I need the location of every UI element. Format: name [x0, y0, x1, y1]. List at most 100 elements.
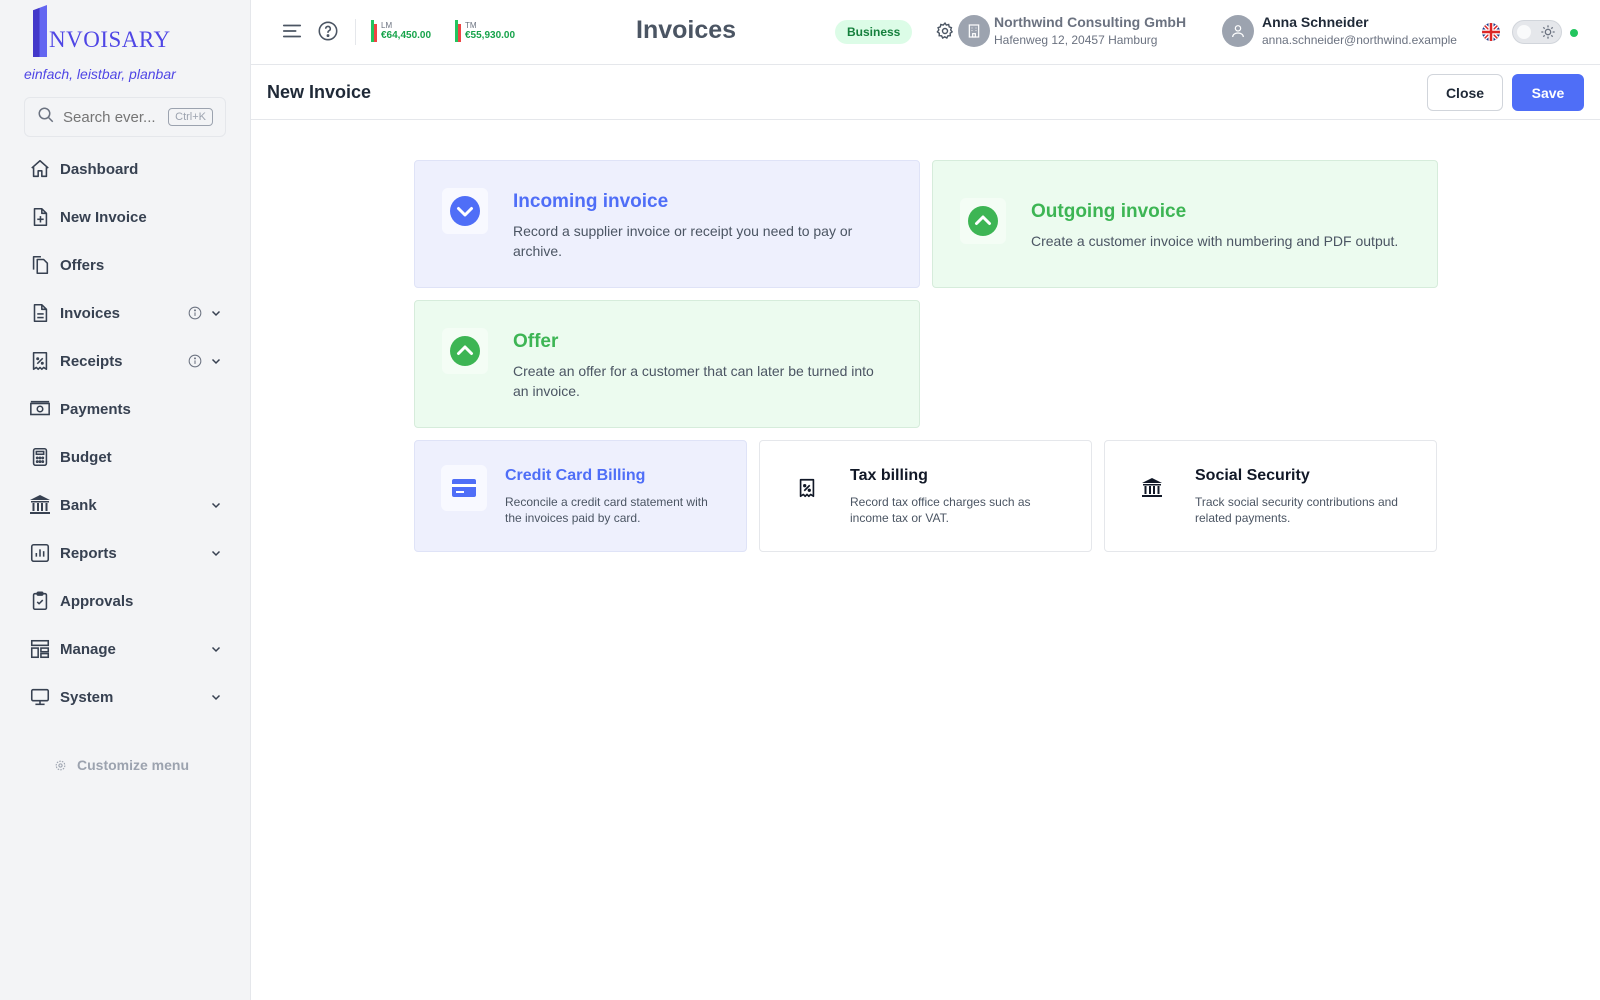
app-logo[interactable]: NVOISARY: [33, 5, 171, 57]
search-shortcut: Ctrl+K: [168, 108, 213, 126]
last-month-stat[interactable]: LM €64,450.00: [371, 20, 431, 42]
toggle-knob: [1516, 24, 1532, 40]
company-switcher[interactable]: Northwind Consulting GmbH Hafenweg 12, 2…: [958, 14, 1186, 47]
sidebar-item-new-invoice[interactable]: New Invoice: [24, 193, 228, 241]
sidebar-item-invoices[interactable]: Invoices: [24, 289, 228, 337]
monitor-icon: [28, 685, 52, 709]
help-icon: [317, 20, 339, 47]
sun-icon: [1540, 24, 1556, 40]
sidebar-item-payments[interactable]: Payments: [24, 385, 228, 433]
clipboard-check-icon: [28, 589, 52, 613]
logo-text: NVOISARY: [49, 27, 171, 52]
plan-badge: Business: [835, 20, 913, 44]
card-title: Credit Card Billing: [505, 467, 646, 484]
theme-toggle[interactable]: [1512, 20, 1562, 44]
sidebar: NVOISARY einfach, leistbar, planbar Ctrl…: [0, 0, 251, 1000]
stat-label: LM: [381, 20, 393, 30]
calculator-icon: [28, 445, 52, 469]
sidebar-item-approvals[interactable]: Approvals: [24, 577, 228, 625]
chevron-down-icon[interactable]: [208, 691, 224, 703]
sidebar-item-dashboard[interactable]: Dashboard: [24, 145, 228, 193]
sidebar-item-receipts[interactable]: Receipts: [24, 337, 228, 385]
incoming-invoice-card[interactable]: Incoming invoice Record a supplier invoi…: [414, 160, 920, 288]
company-address: Hafenweg 12, 20457 Hamburg: [994, 33, 1158, 47]
search-icon: [37, 106, 55, 129]
settings-button[interactable]: [935, 21, 955, 46]
chevron-up-circle-icon: [442, 328, 488, 374]
chevron-down-icon[interactable]: [208, 499, 224, 511]
chevron-down-icon[interactable]: [208, 643, 224, 655]
topbar: LM €64,450.00 TM €55,930.00 Invoices Bus…: [251, 0, 1600, 65]
stat-value: €64,450.00: [381, 29, 432, 41]
customize-menu-label: Customize menu: [77, 757, 190, 773]
card-description: Create an offer for a customer that can …: [513, 363, 874, 399]
gear-icon: [935, 21, 955, 46]
card-title: Incoming invoice: [513, 191, 669, 212]
page-title: Invoices: [636, 16, 737, 44]
building-icon: [958, 14, 990, 47]
user-name: Anna Schneider: [1262, 14, 1369, 30]
sidebar-item-label: Receipts: [60, 352, 123, 370]
sidebar-item-system[interactable]: System: [24, 673, 228, 721]
customize-menu-button[interactable]: Customize menu: [54, 757, 189, 773]
tagline: einfach, leistbar, planbar: [24, 66, 176, 82]
offer-card[interactable]: Offer Create an offer for a customer tha…: [414, 300, 920, 428]
copy-icon: [28, 253, 52, 277]
mini-bar-icon: [371, 20, 377, 42]
menu-toggle-button[interactable]: [281, 20, 303, 47]
receipt-percent-icon: [784, 465, 830, 511]
sidebar-item-label: Approvals: [60, 592, 134, 610]
chart-icon: [28, 541, 52, 565]
sidebar-item-label: Reports: [60, 544, 117, 562]
search-input[interactable]: [63, 108, 155, 126]
document-icon: [28, 301, 52, 325]
sidebar-item-label: Manage: [60, 640, 116, 658]
sidebar-item-offers[interactable]: Offers: [24, 241, 228, 289]
card-title: Tax billing: [850, 467, 928, 484]
chevron-down-icon[interactable]: [208, 355, 224, 367]
page-header: New Invoice Close Save: [251, 65, 1600, 120]
cash-icon: [28, 397, 52, 421]
uk-flag-icon[interactable]: [1482, 23, 1500, 41]
search-box[interactable]: Ctrl+K: [24, 97, 226, 137]
stat-value: €55,930.00: [465, 29, 516, 41]
card-title: Outgoing invoice: [1031, 201, 1187, 222]
social-security-card[interactable]: Social Security Track social security co…: [1104, 440, 1437, 552]
card-description: Track social security contributions and …: [1195, 495, 1398, 525]
sidebar-item-manage[interactable]: Manage: [24, 625, 228, 673]
sidebar-item-budget[interactable]: Budget: [24, 433, 228, 481]
page-heading: New Invoice: [267, 82, 372, 102]
user-menu[interactable]: Anna Schneider anna.schneider@northwind.…: [1222, 14, 1457, 47]
mini-bar-icon: [455, 20, 461, 42]
card-description: Record a supplier invoice or receipt you…: [513, 223, 853, 259]
bank-icon: [28, 493, 52, 517]
info-icon[interactable]: [188, 306, 202, 320]
info-icon[interactable]: [188, 354, 202, 368]
outgoing-invoice-card[interactable]: Outgoing invoice Create a customer invoi…: [932, 160, 1438, 288]
chevron-up-circle-icon: [960, 198, 1006, 244]
logo-mark: [33, 5, 47, 57]
close-button[interactable]: Close: [1427, 74, 1503, 111]
card-description: Record tax office charges such as income…: [850, 495, 1031, 525]
save-button[interactable]: Save: [1512, 74, 1584, 111]
chevron-down-circle-icon: [442, 188, 488, 234]
sidebar-item-label: Dashboard: [60, 160, 139, 178]
file-plus-icon: [28, 205, 52, 229]
help-button[interactable]: [317, 20, 339, 47]
card-title: Social Security: [1195, 467, 1310, 484]
tax-billing-card[interactable]: Tax billing Record tax office charges su…: [759, 440, 1092, 552]
credit-card-billing-card[interactable]: Credit Card Billing Reconcile a credit c…: [414, 440, 747, 552]
sidebar-item-label: Payments: [60, 400, 131, 418]
receipt-icon: [28, 349, 52, 373]
company-name: Northwind Consulting GmbH: [994, 14, 1187, 30]
online-status-dot: [1570, 29, 1578, 37]
sidebar-nav: Dashboard New Invoice Offers Invoices Re…: [24, 145, 228, 721]
chevron-down-icon[interactable]: [208, 307, 224, 319]
sidebar-item-bank[interactable]: Bank: [24, 481, 228, 529]
this-month-stat[interactable]: TM €55,930.00: [455, 20, 515, 42]
sidebar-item-reports[interactable]: Reports: [24, 529, 228, 577]
chevron-down-icon[interactable]: [208, 547, 224, 559]
user-avatar-icon: [1222, 14, 1254, 47]
home-icon: [28, 157, 52, 181]
sidebar-item-label: Offers: [60, 256, 105, 274]
